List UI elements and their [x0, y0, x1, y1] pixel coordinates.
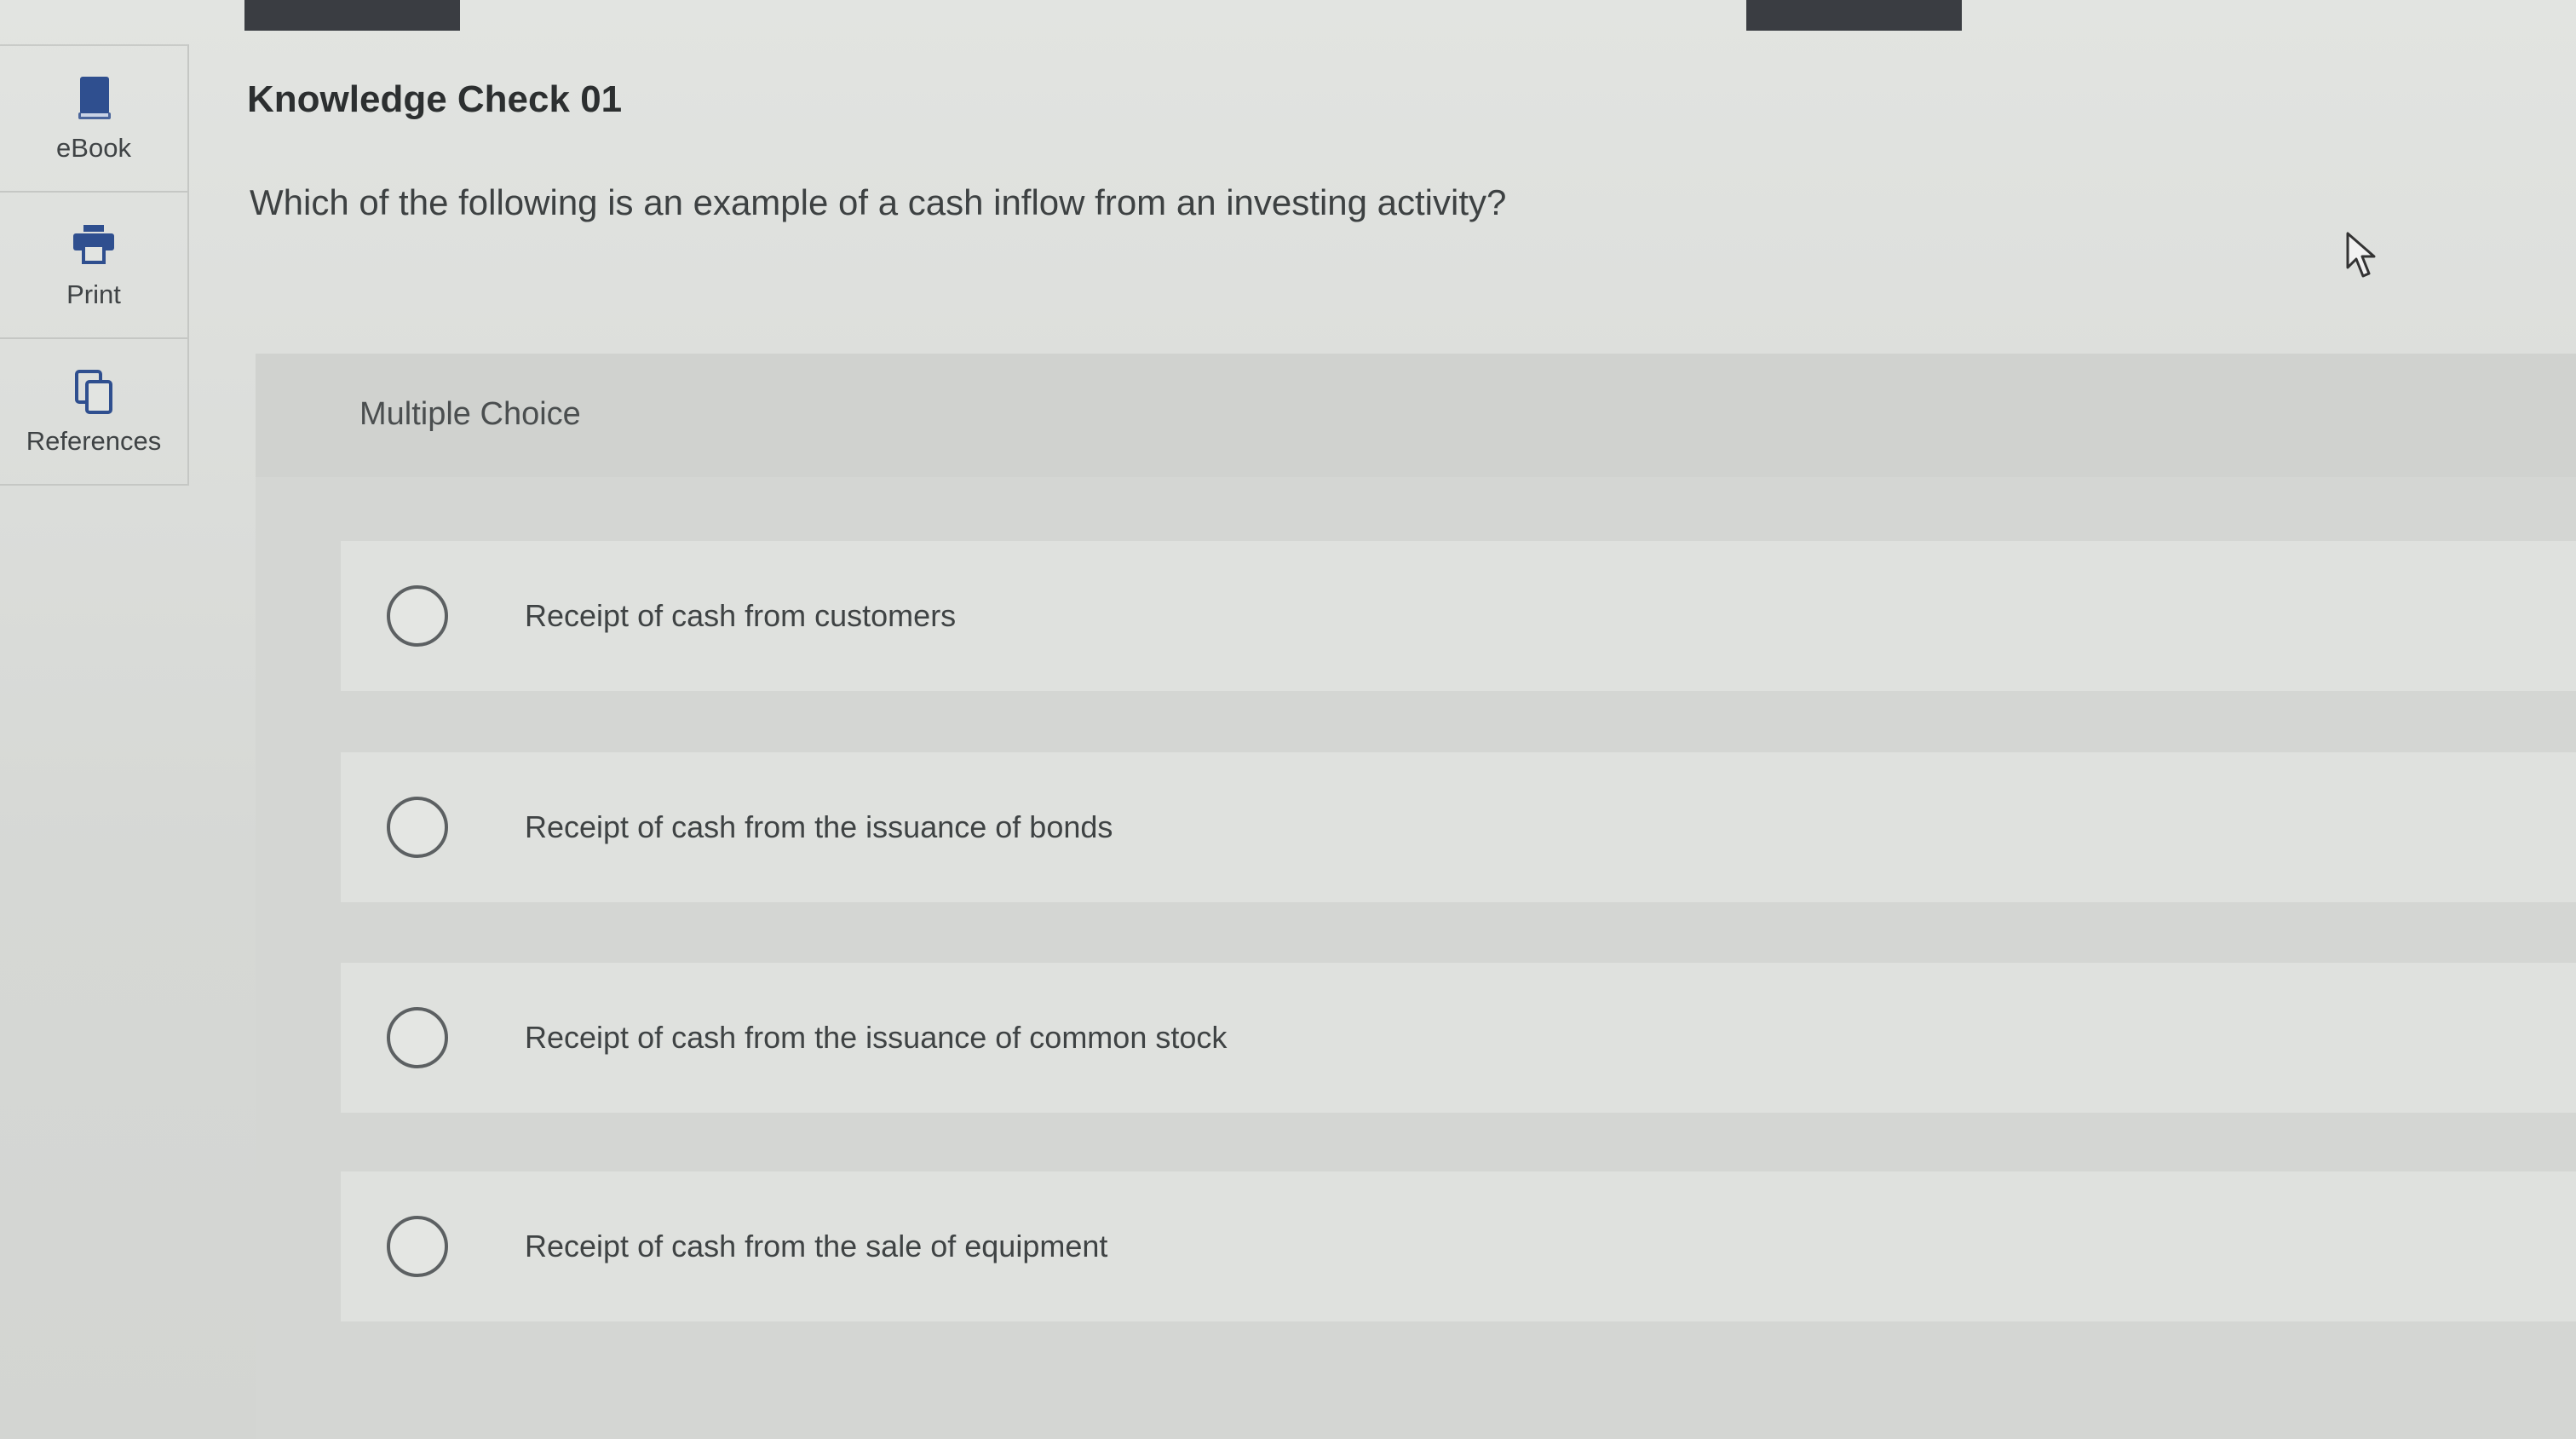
ebook-button[interactable]: eBook: [0, 44, 189, 193]
tool-rail: eBook Print References: [0, 44, 189, 486]
radio-button[interactable]: [387, 585, 448, 647]
answer-option-4[interactable]: Receipt of cash from the sale of equipme…: [341, 1171, 2576, 1321]
question-text: Which of the following is an example of …: [250, 182, 1507, 222]
radio-button[interactable]: [387, 1216, 448, 1277]
multiple-choice-panel: Multiple Choice Receipt of cash from cus…: [256, 354, 2576, 1439]
printer-icon: [73, 225, 114, 264]
book-icon: [78, 77, 111, 119]
references-button[interactable]: References: [0, 339, 189, 486]
answer-option-3[interactable]: Receipt of cash from the issuance of com…: [341, 963, 2576, 1113]
copy-icon: [75, 370, 112, 414]
mouse-pointer-icon: [2346, 232, 2376, 278]
page-title: Knowledge Check 01: [247, 78, 623, 120]
ebook-label: eBook: [56, 133, 131, 163]
option-label: Receipt of cash from customers: [525, 598, 957, 633]
top-tab-right[interactable]: [1746, 0, 1962, 31]
radio-button[interactable]: [387, 1007, 448, 1068]
option-label: Receipt of cash from the issuance of com…: [525, 1020, 1228, 1055]
radio-button[interactable]: [387, 797, 448, 858]
print-button[interactable]: Print: [0, 193, 189, 339]
option-label: Receipt of cash from the issuance of bon…: [525, 809, 1113, 844]
option-label: Receipt of cash from the sale of equipme…: [525, 1229, 1108, 1263]
question-type-label: Multiple Choice: [359, 396, 581, 432]
answer-option-2[interactable]: Receipt of cash from the issuance of bon…: [341, 752, 2576, 902]
references-label: References: [26, 426, 162, 456]
top-tab-left[interactable]: [244, 0, 460, 31]
answer-option-1[interactable]: Receipt of cash from customers: [341, 541, 2576, 691]
print-label: Print: [66, 279, 121, 309]
question-type-header: Multiple Choice: [256, 354, 2576, 477]
screen: eBook Print References Knowledge Check 0…: [0, 0, 2576, 1439]
